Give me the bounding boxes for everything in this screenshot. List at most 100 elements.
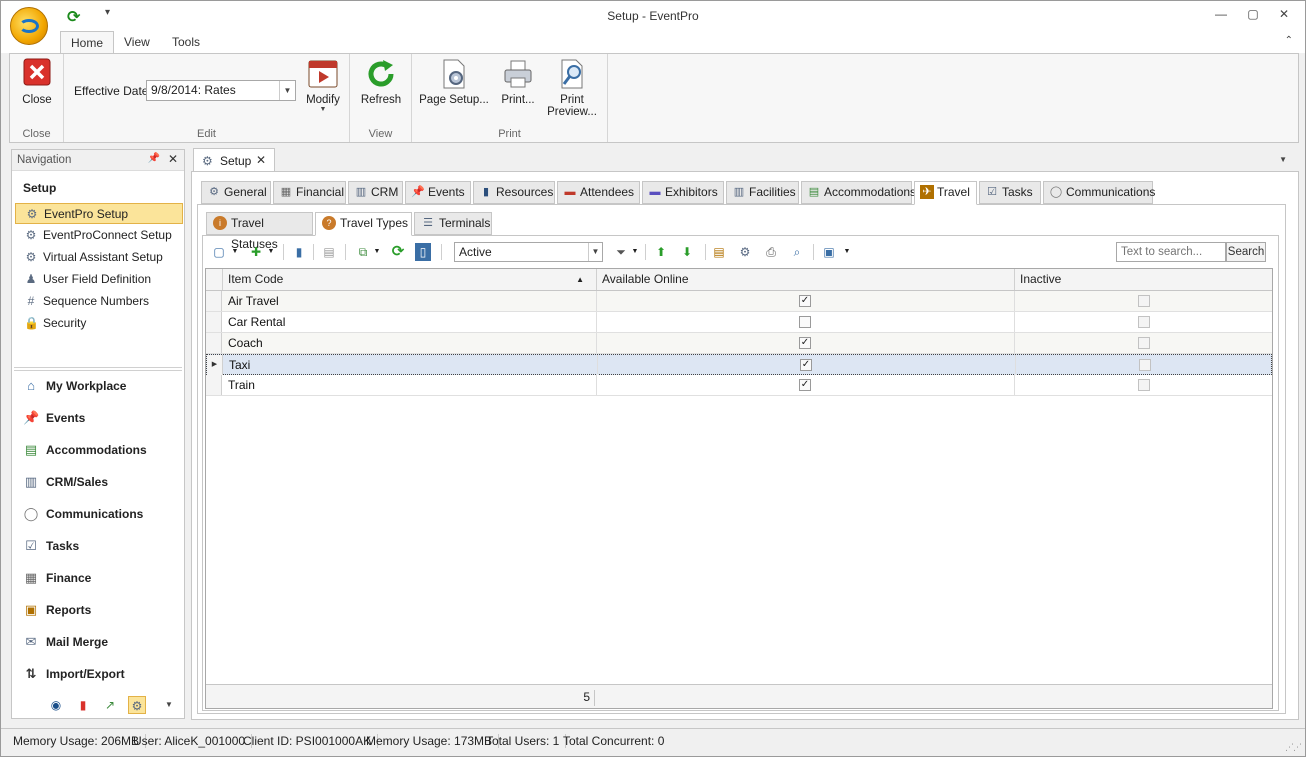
chevron-down-icon[interactable]: ▼	[160, 696, 178, 714]
tab-resources[interactable]: ▮ Resources	[473, 181, 555, 204]
move-up-icon[interactable]: ⬆	[653, 243, 669, 261]
close-tab-icon[interactable]: ✕	[256, 153, 266, 167]
tab-general[interactable]: ⚙ General	[201, 181, 271, 204]
refresh-icon[interactable]: ⟳	[389, 243, 407, 261]
tab-communications[interactable]: ◯ Communications	[1043, 181, 1155, 204]
app-logo-icon[interactable]	[10, 7, 48, 45]
search-button[interactable]: Search	[1226, 242, 1266, 262]
table-row-focused[interactable]: ▶ Taxi ✓	[206, 354, 1272, 375]
close-button[interactable]: Close	[17, 58, 57, 106]
sidebar-item-virtual-assistant-setup[interactable]: ⚙ Virtual Assistant Setup	[15, 247, 183, 268]
copy-icon[interactable]: ⧉	[355, 243, 371, 261]
filter-icon[interactable]: ⏷	[613, 243, 629, 261]
available-online-cell[interactable]: ✓	[597, 375, 1015, 395]
tab-tasks[interactable]: ☑ Tasks	[979, 181, 1041, 204]
tab-crm[interactable]: ▥ CRM	[348, 181, 403, 204]
status-filter-select[interactable]: Active ▼	[454, 242, 603, 262]
print-button[interactable]: Print...	[496, 58, 540, 106]
inactive-checkbox[interactable]	[1139, 359, 1151, 371]
page-setup-icon[interactable]: ⚙	[737, 243, 753, 261]
inactive-checkbox[interactable]	[1138, 295, 1150, 307]
inactive-cell[interactable]	[1016, 355, 1273, 375]
chevron-down-icon[interactable]: ▼	[373, 243, 381, 261]
tab-travel[interactable]: ✈ Travel	[914, 181, 977, 205]
navigation-splitter[interactable]	[14, 367, 182, 371]
available-online-cell[interactable]: ✓	[597, 291, 1015, 311]
open-icon[interactable]: ▯	[415, 243, 431, 261]
sidebar-item-eventproconnect-setup[interactable]: ⚙ EventProConnect Setup	[15, 225, 183, 246]
close-icon[interactable]: ✕	[168, 152, 178, 166]
new-icon[interactable]: ▢	[211, 243, 227, 261]
tab-events[interactable]: 📌 Events	[405, 181, 471, 204]
gear-icon[interactable]: ⚙	[128, 696, 146, 714]
printer-icon[interactable]: ⎙	[763, 243, 779, 261]
inactive-checkbox[interactable]	[1138, 379, 1150, 391]
table-row[interactable]: Train ✓	[206, 375, 1272, 396]
item-code-cell[interactable]: Taxi	[224, 355, 598, 375]
close-window-button[interactable]: ✕	[1274, 7, 1294, 23]
table-row[interactable]: Air Travel ✓	[206, 291, 1272, 312]
inactive-cell[interactable]	[1015, 312, 1272, 332]
tab-travel-statuses[interactable]: i Travel Statuses	[206, 212, 313, 251]
ribbon-tab-view[interactable]: View	[114, 31, 160, 54]
notes-icon[interactable]: ▤	[711, 243, 727, 261]
refresh-button[interactable]: Refresh	[358, 58, 404, 106]
minimize-button[interactable]: —	[1211, 7, 1231, 23]
inactive-cell[interactable]	[1015, 291, 1272, 311]
column-header-item-code[interactable]: Item Code ▲	[223, 269, 597, 290]
add-icon[interactable]: ✚	[247, 243, 265, 261]
available-online-cell[interactable]: ✓	[598, 355, 1016, 375]
line-chart-icon[interactable]: ↗	[101, 696, 119, 714]
available-online-checkbox[interactable]	[799, 316, 811, 328]
column-header-inactive[interactable]: Inactive	[1015, 269, 1272, 290]
chart-icon[interactable]: ▮	[74, 696, 92, 714]
module-reports[interactable]: ▣ Reports	[20, 598, 180, 622]
row-indicator[interactable]	[206, 375, 222, 395]
save-icon[interactable]: ▣	[821, 243, 837, 261]
page-setup-button[interactable]: Page Setup...	[418, 58, 490, 106]
chevron-down-icon[interactable]: ▼	[1279, 155, 1287, 164]
module-tasks[interactable]: ☑ Tasks	[20, 534, 180, 558]
sidebar-item-eventpro-setup[interactable]: ⚙ EventPro Setup	[15, 203, 183, 224]
module-my-workplace[interactable]: ⌂ My Workplace	[20, 374, 180, 398]
module-import-export[interactable]: ⇅ Import/Export	[20, 662, 180, 686]
available-online-cell[interactable]	[597, 312, 1015, 332]
move-down-icon[interactable]: ⬇	[679, 243, 695, 261]
sidebar-item-security[interactable]: 🔒 Security	[15, 313, 183, 334]
tab-terminals[interactable]: ☰ Terminals	[414, 212, 492, 235]
ribbon-tab-tools[interactable]: Tools	[162, 31, 210, 54]
module-communications[interactable]: ◯ Communications	[20, 502, 180, 526]
available-online-checkbox[interactable]: ✓	[799, 337, 811, 349]
modify-button[interactable]: Modify ▼	[302, 58, 344, 113]
sidebar-item-sequence-numbers[interactable]: # Sequence Numbers	[15, 291, 183, 312]
chevron-down-icon[interactable]: ▼	[279, 81, 295, 100]
module-events[interactable]: 📌 Events	[20, 406, 180, 430]
available-online-checkbox[interactable]: ✓	[799, 295, 811, 307]
maximize-button[interactable]: ▢	[1243, 7, 1263, 23]
print-preview-icon[interactable]: ⌕	[789, 243, 805, 261]
tab-attendees[interactable]: ▬ Attendees	[557, 181, 640, 204]
chevron-down-icon[interactable]: ▼	[588, 243, 602, 261]
module-crm-sales[interactable]: ▥ CRM/Sales	[20, 470, 180, 494]
search-input[interactable]	[1116, 242, 1226, 262]
print-preview-button[interactable]: Print Preview...	[544, 58, 600, 118]
tab-financial[interactable]: ▦ Financial	[273, 181, 346, 204]
document-tab-setup[interactable]: ⚙ Setup ✕	[193, 148, 275, 172]
item-code-cell[interactable]: Train	[223, 375, 597, 395]
tab-exhibitors[interactable]: ▬ Exhibitors	[642, 181, 724, 204]
tab-accommodations[interactable]: ▤ Accommodations	[801, 181, 916, 204]
item-code-cell[interactable]: Air Travel	[223, 291, 597, 311]
row-indicator[interactable]	[206, 291, 222, 311]
ribbon-tab-home[interactable]: Home	[60, 31, 115, 54]
sidebar-item-user-field-definition[interactable]: ♟ User Field Definition	[15, 269, 183, 290]
chevron-down-icon[interactable]: ▼	[631, 243, 639, 261]
item-code-cell[interactable]: Car Rental	[223, 312, 597, 332]
available-online-cell[interactable]: ✓	[597, 333, 1015, 353]
inactive-cell[interactable]	[1015, 375, 1272, 395]
globe-icon[interactable]: ◉	[47, 696, 65, 714]
effective-date-select[interactable]: 9/8/2014: Rates ▼	[146, 80, 296, 101]
module-mail-merge[interactable]: ✉ Mail Merge	[20, 630, 180, 654]
item-code-cell[interactable]: Coach	[223, 333, 597, 353]
row-indicator[interactable]	[206, 333, 222, 353]
row-indicator[interactable]	[206, 312, 222, 332]
